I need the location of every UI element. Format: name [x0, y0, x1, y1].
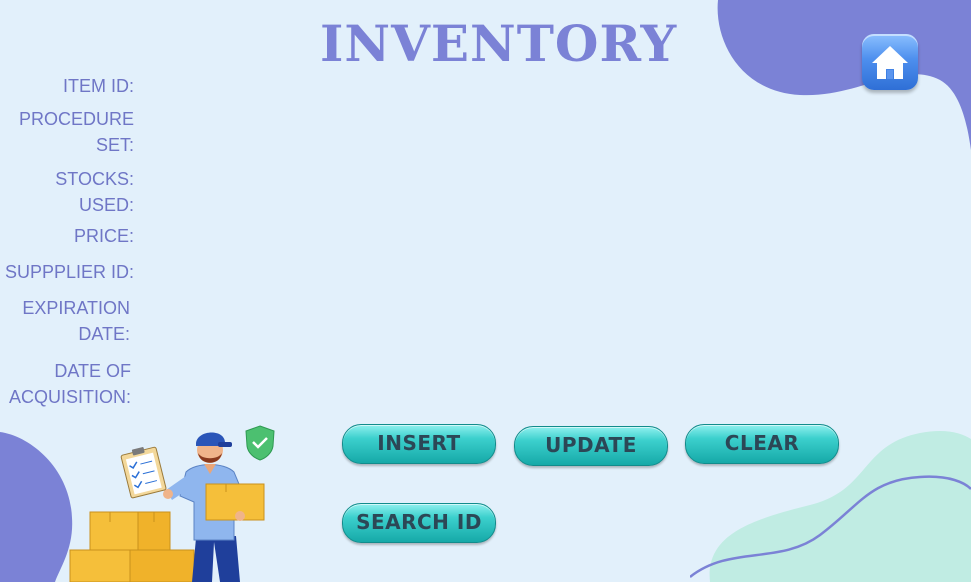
- home-icon: [872, 46, 908, 79]
- label-item-id: ITEM ID:: [63, 76, 134, 96]
- clipboard-icon: [120, 446, 167, 499]
- label-date-of-acquisition: DATE OF ACQUISITION:: [8, 361, 131, 407]
- shield-check-icon: [245, 425, 275, 461]
- label-stocks-used: STOCKS: USED:: [55, 169, 134, 215]
- label-supplier-id: SUPPPLIER ID:: [4, 262, 134, 282]
- update-button[interactable]: UPDATE: [514, 426, 668, 466]
- page-title: INVENTORY: [320, 14, 678, 73]
- search-id-button[interactable]: SEARCH ID: [342, 503, 496, 543]
- top-right-blob: [717, 0, 971, 150]
- clear-button[interactable]: CLEAR: [685, 424, 839, 464]
- insert-button[interactable]: INSERT: [342, 424, 496, 464]
- label-procedure-set: PROCEDURE SET:: [18, 109, 134, 155]
- label-price: PRICE:: [73, 226, 134, 246]
- cardboard-boxes: [69, 511, 195, 582]
- home-button[interactable]: [862, 34, 918, 90]
- delivery-worker-illustration: [69, 425, 275, 582]
- label-expiration-date: EXPIRATION DATE:: [22, 298, 130, 344]
